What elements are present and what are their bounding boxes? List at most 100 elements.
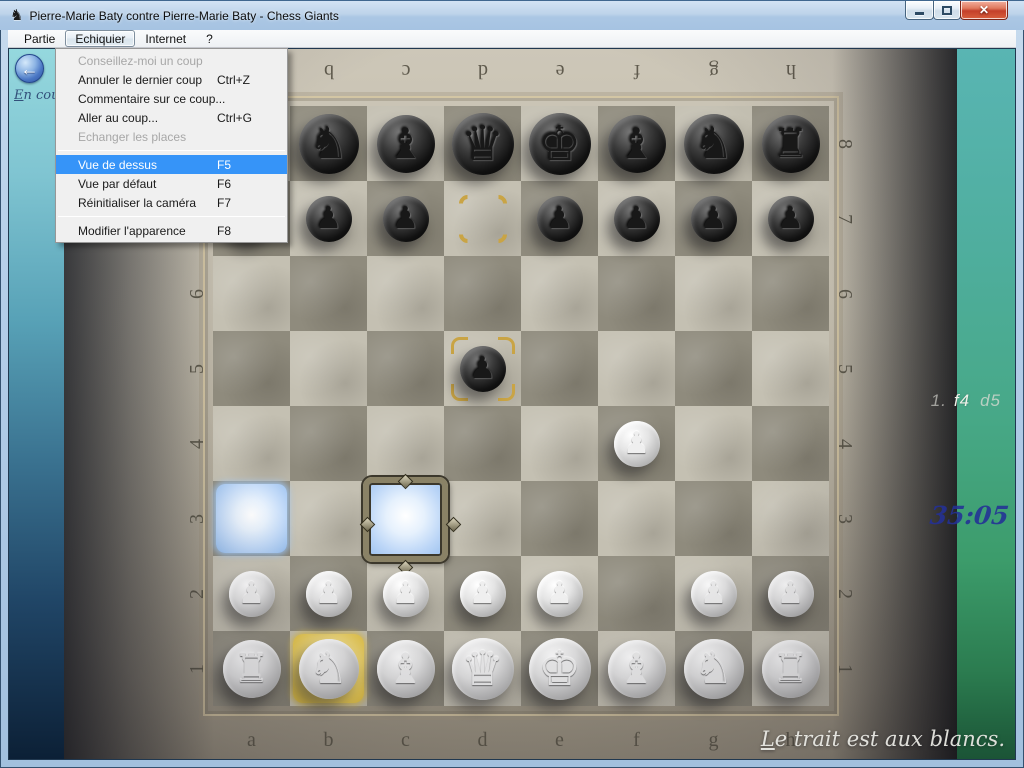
- square-d4[interactable]: [444, 406, 521, 481]
- menu-item-aller-au-coup[interactable]: Aller au coup...Ctrl+G: [56, 108, 287, 127]
- piece-white-queen-d1[interactable]: ♛: [452, 638, 514, 700]
- menubar-item-internet[interactable]: Internet: [135, 30, 196, 47]
- piece-white-knight-g1[interactable]: ♞: [684, 639, 744, 699]
- piece-white-bishop-f1[interactable]: ♝: [608, 640, 666, 698]
- piece-white-pawn-h2[interactable]: ♟: [768, 571, 814, 617]
- close-button[interactable]: [960, 1, 1008, 20]
- window-title: Pierre-Marie Baty contre Pierre-Marie Ba…: [29, 9, 338, 23]
- black-king-icon: ♚: [538, 120, 581, 168]
- square-f2[interactable]: [598, 556, 675, 631]
- piece-white-pawn-f4[interactable]: ♟: [614, 421, 660, 467]
- menubar-item-partie[interactable]: Partie: [14, 30, 65, 47]
- menu-item-label: Commentaire sur ce coup...: [78, 92, 225, 106]
- piece-white-pawn-a2[interactable]: ♟: [229, 571, 275, 617]
- white-pawn-icon: ♟: [469, 579, 496, 609]
- menu-item-conseillez-moi-un-coup[interactable]: Conseillez-moi un coup: [56, 51, 287, 70]
- piece-black-knight-g8[interactable]: ♞: [684, 114, 744, 174]
- square-a5[interactable]: [213, 331, 290, 406]
- menu-item-echanger-les-places[interactable]: Echanger les places: [56, 127, 287, 146]
- square-f3[interactable]: [598, 481, 675, 556]
- white-bishop-icon: ♝: [387, 648, 425, 690]
- title-bar[interactable]: ♞ Pierre-Marie Baty contre Pierre-Marie …: [0, 0, 1024, 30]
- piece-white-pawn-e2[interactable]: ♟: [537, 571, 583, 617]
- square-a4[interactable]: [213, 406, 290, 481]
- menu-item-modifier-l-apparence[interactable]: Modifier l'apparenceF8: [56, 221, 287, 240]
- menu-item-vue-de-dessus[interactable]: Vue de dessusF5: [56, 155, 287, 174]
- menu-item-vue-par-defaut[interactable]: Vue par défautF6: [56, 174, 287, 193]
- piece-black-pawn-e7[interactable]: ♟: [537, 196, 583, 242]
- square-e3[interactable]: [521, 481, 598, 556]
- square-g3[interactable]: [675, 481, 752, 556]
- square-f6[interactable]: [598, 256, 675, 331]
- piece-black-pawn-b7[interactable]: ♟: [306, 196, 352, 242]
- piece-white-pawn-c2[interactable]: ♟: [383, 571, 429, 617]
- square-g4[interactable]: [675, 406, 752, 481]
- right-background-panel: 1.f4d5 35:05: [957, 49, 1015, 759]
- square-g5[interactable]: [675, 331, 752, 406]
- echiquier-dropdown-menu: Conseillez-moi un coupAnnuler le dernier…: [55, 48, 288, 243]
- piece-black-queen-d8[interactable]: ♛: [452, 113, 514, 175]
- square-h4[interactable]: [752, 406, 829, 481]
- piece-white-bishop-c1[interactable]: ♝: [377, 640, 435, 698]
- menubar-item-echiquier[interactable]: Echiquier: [65, 30, 135, 47]
- square-f5[interactable]: [598, 331, 675, 406]
- square-e4[interactable]: [521, 406, 598, 481]
- menu-item-commentaire-sur-ce-coup[interactable]: Commentaire sur ce coup...: [56, 89, 287, 108]
- piece-white-pawn-b2[interactable]: ♟: [306, 571, 352, 617]
- square-d6[interactable]: [444, 256, 521, 331]
- maximize-button[interactable]: [933, 1, 961, 20]
- menu-item-shortcut: F7: [217, 196, 277, 210]
- file-label-bottom-a: a: [240, 728, 264, 752]
- menubar-item-item[interactable]: ?: [196, 30, 223, 47]
- piece-white-pawn-d2[interactable]: ♟: [460, 571, 506, 617]
- piece-black-bishop-f8[interactable]: ♝: [608, 115, 666, 173]
- piece-black-king-e8[interactable]: ♚: [529, 113, 591, 175]
- minimize-button[interactable]: [905, 1, 934, 20]
- move-list: 1.f4d5: [931, 391, 1001, 411]
- square-d7[interactable]: [444, 181, 521, 256]
- menu-separator: [58, 216, 285, 217]
- square-a6[interactable]: [213, 256, 290, 331]
- white-pawn-icon: ♟: [238, 579, 265, 609]
- piece-black-rook-h8[interactable]: ♜: [762, 115, 820, 173]
- menu-item-reinitialiser-la-camera[interactable]: Réinitialiser la caméraF7: [56, 193, 287, 212]
- chess-knight-icon: ♞: [10, 8, 23, 23]
- piece-white-king-e1[interactable]: ♚: [529, 638, 591, 700]
- menu-separator: [58, 150, 285, 151]
- square-c5[interactable]: [367, 331, 444, 406]
- square-b3[interactable]: [290, 481, 367, 556]
- piece-black-pawn-f7[interactable]: ♟: [614, 196, 660, 242]
- square-b6[interactable]: [290, 256, 367, 331]
- piece-black-pawn-g7[interactable]: ♟: [691, 196, 737, 242]
- square-b5[interactable]: [290, 331, 367, 406]
- piece-white-knight-b1[interactable]: ♞: [299, 639, 359, 699]
- piece-black-pawn-c7[interactable]: ♟: [383, 196, 429, 242]
- square-c6[interactable]: [367, 256, 444, 331]
- square-h5[interactable]: [752, 331, 829, 406]
- piece-black-pawn-h7[interactable]: ♟: [768, 196, 814, 242]
- white-pawn-icon: ♟: [777, 579, 804, 609]
- game-clock: 35:05: [929, 501, 1011, 530]
- piece-black-pawn-d5[interactable]: ♟: [460, 346, 506, 392]
- back-button[interactable]: ←: [15, 54, 44, 83]
- window-controls: [906, 1, 1008, 20]
- piece-black-knight-b8[interactable]: ♞: [299, 114, 359, 174]
- square-c4[interactable]: [367, 406, 444, 481]
- square-h6[interactable]: [752, 256, 829, 331]
- white-queen-icon: ♛: [461, 645, 504, 693]
- menu-item-shortcut: Ctrl+Z: [217, 73, 277, 87]
- square-h3[interactable]: [752, 481, 829, 556]
- piece-white-pawn-g2[interactable]: ♟: [691, 571, 737, 617]
- piece-black-bishop-c8[interactable]: ♝: [377, 115, 435, 173]
- white-pawn-icon: ♟: [392, 579, 419, 609]
- move-target-highlight-a3[interactable]: [216, 484, 287, 553]
- hovered-move-target-frame-c3[interactable]: [363, 477, 448, 562]
- square-g6[interactable]: [675, 256, 752, 331]
- piece-white-rook-h1[interactable]: ♜: [762, 640, 820, 698]
- square-e6[interactable]: [521, 256, 598, 331]
- menu-item-annuler-le-dernier-coup[interactable]: Annuler le dernier coupCtrl+Z: [56, 70, 287, 89]
- piece-white-rook-a1[interactable]: ♜: [223, 640, 281, 698]
- menu-item-shortcut: F5: [217, 158, 277, 172]
- square-e5[interactable]: [521, 331, 598, 406]
- square-b4[interactable]: [290, 406, 367, 481]
